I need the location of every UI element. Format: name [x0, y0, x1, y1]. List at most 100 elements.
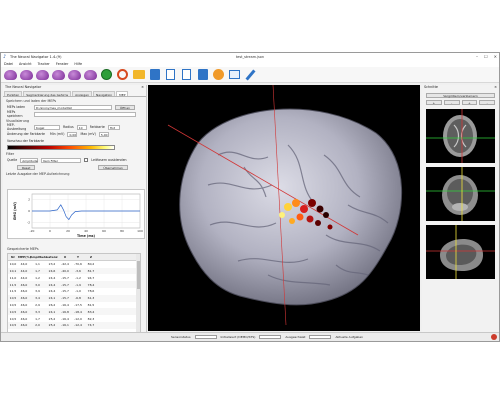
zoom-out-button[interactable]: -: [479, 100, 495, 105]
tab-points[interactable]: Punkten: [4, 91, 23, 97]
close-button[interactable]: ✕: [494, 54, 497, 59]
table-scrollbar[interactable]: [136, 254, 140, 338]
x-tick-label: 100: [137, 229, 143, 233]
menu-file[interactable]: Datei: [4, 62, 13, 66]
meps-path-input[interactable]: D:/anonymes_modalitat: [34, 104, 112, 110]
3d-brain-view[interactable]: [148, 85, 420, 331]
radius-input[interactable]: 10: [76, 124, 87, 130]
maximize-button[interactable]: ☐: [484, 54, 488, 59]
coronal-slice-view[interactable]: [426, 167, 495, 221]
table-cell: -6,8: [75, 296, 81, 301]
tab-navigation[interactable]: Navigation: [92, 91, 116, 97]
table-row[interactable]: 11,5 46,0 3,9 24,4 -15,7 -1,0 78,6: [8, 288, 140, 295]
filter-option-select[interactable]: Kein Filter: [41, 157, 82, 163]
y-tick-label: 0: [28, 209, 30, 213]
table-cell: -3,6: [75, 268, 81, 273]
menu-window[interactable]: Fenster: [56, 62, 69, 66]
menu-tracker[interactable]: Tracker: [38, 62, 50, 66]
refresh-icon[interactable]: [116, 68, 129, 81]
sensor-status-label: Sensorstatus: [171, 335, 191, 339]
col-header[interactable]: Latenz: [45, 255, 59, 259]
col-header[interactable]: MEP(%): [18, 255, 31, 259]
brain-icon[interactable]: [84, 68, 97, 81]
col-header[interactable]: Z: [85, 255, 97, 259]
col-header[interactable]: X: [59, 255, 71, 259]
table-row[interactable]: 10,1 44,0 1,7 24,6 -40,0 -3,6 81,7: [8, 267, 140, 275]
table-cell: -70,6: [74, 262, 82, 267]
table-cell: 46,0: [20, 309, 28, 314]
open-button[interactable]: Öffnen: [115, 104, 136, 110]
zoom-in-button[interactable]: +: [461, 100, 478, 105]
table-row[interactable]: 10,5 46,0 3,3 24,1 -16,8 -18,4 83,4: [8, 308, 140, 316]
checklist-icon[interactable]: [180, 68, 193, 81]
left-dock-panel: The Neural Navigator × Punkten Segmentie…: [3, 85, 147, 341]
avatar-icon[interactable]: [212, 68, 225, 81]
hide-fibers-checkbox[interactable]: [84, 158, 89, 162]
meps-save-input[interactable]: [34, 111, 136, 117]
recording-section-title: Letzte Ausgabe der MEP-Aufzeichnung: [6, 172, 70, 176]
tasks-indicator: [309, 335, 332, 339]
x-tick-label: 40: [84, 229, 88, 233]
table-row[interactable]: 10,0 44,0 1,1 23,2 -42,4 -70,6 80,2: [8, 261, 140, 268]
notification-icon[interactable]: [491, 334, 497, 340]
save-icon[interactable]: [196, 68, 209, 81]
table-cell: 24,1: [48, 296, 56, 301]
filter-apply-button[interactable]: Übernehmen: [98, 164, 128, 170]
filter-source-select[interactable]: Amplitude: [20, 157, 39, 163]
tracker-status-indicator: [259, 335, 282, 339]
colormap-preview-label: Vorschau der Farbkarte: [7, 139, 45, 143]
table-cell: 10,5: [9, 316, 17, 321]
zoom-in-button[interactable]: +: [426, 100, 442, 105]
table-cell: 2,9: [35, 302, 40, 307]
tab-display[interactable]: Anzeigen: [72, 91, 92, 97]
wrench-icon[interactable]: [244, 68, 257, 81]
record-icon[interactable]: [100, 68, 113, 81]
dock-close-icon[interactable]: ×: [141, 85, 144, 91]
brain-icon[interactable]: [68, 68, 81, 81]
save-icon[interactable]: [148, 68, 161, 81]
table-row[interactable]: 11,5 46,0 3,0 24,4 -15,7 -1,9 78,4: [8, 281, 140, 288]
enlarge-button[interactable]: Vergrößern/verkleinern: [426, 93, 495, 98]
table-row[interactable]: 11,0 44,0 1,2 24,4 -15,7 -1,2 94,7: [8, 274, 140, 281]
table-cell: 3,0: [35, 282, 40, 287]
col-header[interactable]: Nr: [8, 255, 18, 259]
max-input[interactable]: 5,00: [98, 131, 109, 137]
table-cell: -16,8: [61, 309, 69, 314]
x-tick-label: 60: [102, 229, 106, 233]
slices-close-icon[interactable]: ×: [494, 85, 497, 91]
brain-icon[interactable]: [36, 68, 49, 81]
menu-help[interactable]: Hilfe: [74, 62, 82, 66]
table-cell: -16,4: [61, 316, 69, 321]
range-label: Änderung der Farbkarte: [7, 132, 45, 136]
checklist-icon[interactable]: [164, 68, 177, 81]
shape-select[interactable]: Kugel: [34, 124, 60, 130]
table-cell: 46,0: [20, 302, 28, 307]
table-row[interactable]: 10,5 46,0 3,4 24,1 -15,7 -6,8 61,3: [8, 294, 140, 302]
brain-icon[interactable]: [52, 68, 65, 81]
colormap-select[interactable]: Hot: [107, 124, 120, 130]
table-row[interactable]: 10,5 46,0 2,9 26,2 -16,4 -17,5 81,5: [8, 302, 140, 309]
sagittal-slice-view[interactable]: [426, 225, 495, 279]
menu-view[interactable]: Ansicht: [19, 62, 32, 66]
filter-reset-button[interactable]: Reset: [17, 164, 36, 170]
table-row[interactable]: 10,5 46,0 2,0 25,2 -16,1 -12,4 74,7: [8, 321, 140, 329]
table-cell: 10,0: [9, 262, 17, 267]
zoom-out-button[interactable]: -: [443, 100, 460, 105]
table-cell: -15,7: [61, 289, 69, 294]
col-header[interactable]: Y: [71, 255, 85, 259]
tab-mep[interactable]: MEP: [116, 91, 129, 97]
brain-icon[interactable]: [4, 68, 17, 81]
emg-graph: -20 0 20 40 60 80 100 -2 0 2 Time (ms) EMG (mV): [7, 189, 145, 239]
axial-slice-view[interactable]: [426, 109, 495, 163]
brain-icon[interactable]: [20, 68, 33, 81]
table-cell: 3,4: [35, 296, 40, 301]
table-cell: 1,7: [35, 268, 40, 273]
table-row[interactable]: 10,5 46,0 1,7 25,2 -16,4 -12,0 82,3: [8, 315, 140, 322]
tab-segmentation[interactable]: Segmentierung des Gehirns: [23, 91, 72, 97]
book-icon[interactable]: [228, 68, 241, 81]
minimize-button[interactable]: –: [476, 54, 478, 59]
table-cell: 25,2: [48, 323, 56, 328]
col-header[interactable]: Amplitude: [30, 255, 47, 259]
min-input[interactable]: 0,00: [67, 131, 78, 137]
folder-icon[interactable]: [132, 68, 145, 81]
